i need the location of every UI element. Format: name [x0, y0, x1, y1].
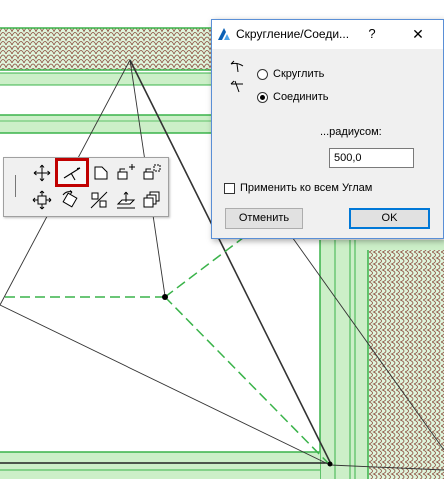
fillet-chamfer-icon[interactable] [55, 158, 89, 187]
join-radio[interactable] [257, 92, 268, 103]
offset-edge-icon[interactable] [90, 162, 112, 184]
apply-all-corners-checkbox[interactable] [224, 183, 235, 194]
close-button[interactable]: ✕ [402, 24, 434, 44]
radius-label: ...радиусом: [320, 126, 382, 138]
dialog-title: Скругление/Соеди... [236, 27, 350, 41]
cancel-button[interactable]: Отменить [225, 208, 303, 229]
dialog-titlebar[interactable]: Скругление/Соеди... ? ✕ [212, 20, 443, 49]
elevate-icon[interactable] [115, 189, 137, 211]
subtract-polygon-icon[interactable] [141, 162, 163, 184]
round-corner-icon [229, 60, 247, 79]
fillet-join-dialog: Скругление/Соеди... ? ✕ Скруглить Соедин… [211, 19, 444, 239]
drag-move-icon[interactable] [31, 162, 53, 184]
rotate-icon[interactable] [59, 189, 81, 211]
round-option-label: Скруглить [273, 68, 325, 80]
multiply-icon[interactable] [141, 189, 163, 211]
move-icon[interactable] [31, 189, 53, 211]
archicad-logo-icon [217, 27, 231, 46]
ok-button[interactable]: OK [349, 208, 430, 229]
radius-input[interactable]: 500,0 [329, 148, 414, 168]
palette-separator [15, 175, 16, 197]
add-vertex-icon[interactable] [115, 162, 137, 184]
help-button[interactable]: ? [359, 24, 385, 44]
join-option-label: Соединить [273, 91, 329, 103]
join-corner-icon [229, 80, 247, 99]
round-radio[interactable] [257, 69, 268, 80]
mirror-icon[interactable] [88, 189, 110, 211]
edit-tool-palette [3, 157, 169, 217]
apply-all-corners-label: Применить ко всем Углам [240, 182, 373, 194]
